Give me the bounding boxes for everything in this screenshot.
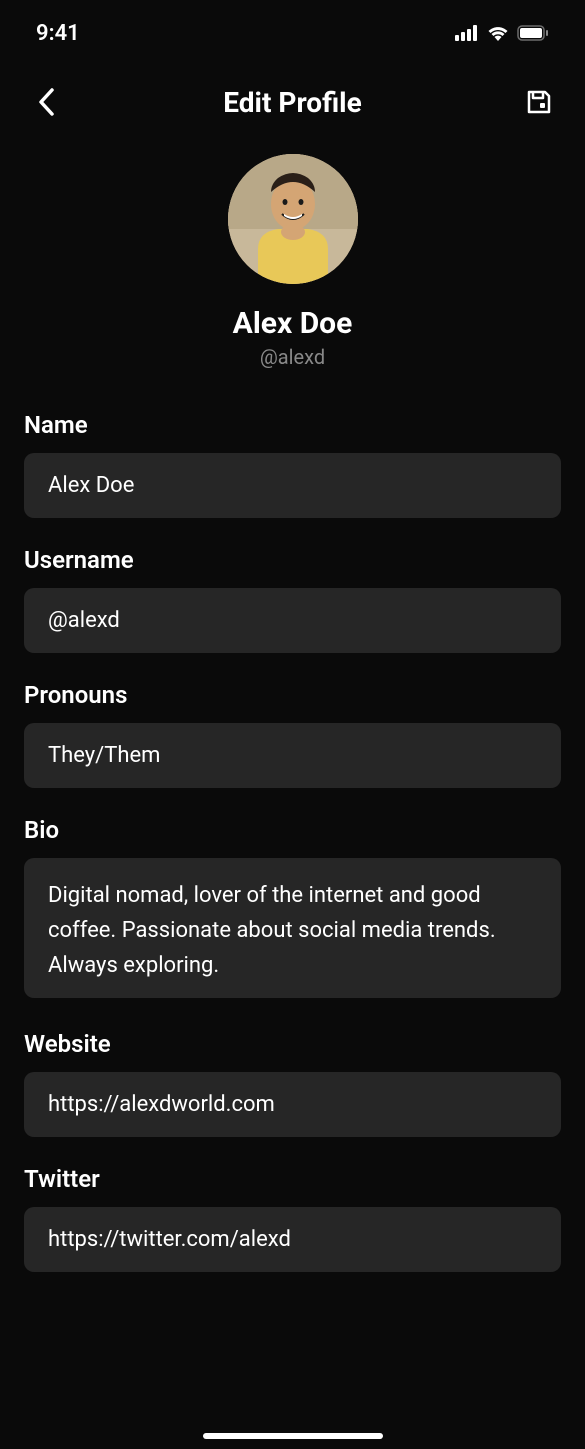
twitter-label: Twitter [24, 1165, 561, 1193]
bio-field-group: Bio [24, 816, 561, 1002]
bio-label: Bio [24, 816, 561, 844]
display-name: Alex Doe [233, 306, 353, 341]
back-button[interactable] [28, 84, 64, 120]
website-input[interactable] [24, 1072, 561, 1137]
pronouns-input[interactable] [24, 723, 561, 788]
header: Edit Profile [0, 60, 585, 144]
wifi-icon [487, 25, 509, 41]
status-icons [455, 25, 549, 41]
name-field-group: Name [24, 411, 561, 518]
home-indicator[interactable] [203, 1433, 383, 1439]
save-icon [525, 88, 553, 116]
username-input[interactable] [24, 588, 561, 653]
twitter-field-group: Twitter [24, 1165, 561, 1272]
chevron-left-icon [37, 87, 55, 117]
avatar-image [228, 154, 358, 284]
status-bar: 9:41 [0, 0, 585, 60]
save-button[interactable] [521, 84, 557, 120]
name-label: Name [24, 411, 561, 439]
cellular-icon [455, 25, 479, 41]
pronouns-label: Pronouns [24, 681, 561, 709]
pronouns-field-group: Pronouns [24, 681, 561, 788]
avatar[interactable] [228, 154, 358, 284]
profile-handle: @alexd [260, 345, 325, 369]
twitter-input[interactable] [24, 1207, 561, 1272]
status-time: 9:41 [36, 21, 80, 46]
username-field-group: Username [24, 546, 561, 653]
website-label: Website [24, 1030, 561, 1058]
bio-input[interactable] [24, 858, 561, 998]
name-input[interactable] [24, 453, 561, 518]
edit-form: Name Username Pronouns Bio Website Twitt… [0, 393, 585, 1318]
username-label: Username [24, 546, 561, 574]
website-field-group: Website [24, 1030, 561, 1137]
profile-section: Alex Doe @alexd [0, 144, 585, 393]
page-title: Edit Profile [223, 86, 361, 119]
battery-icon [517, 25, 549, 41]
